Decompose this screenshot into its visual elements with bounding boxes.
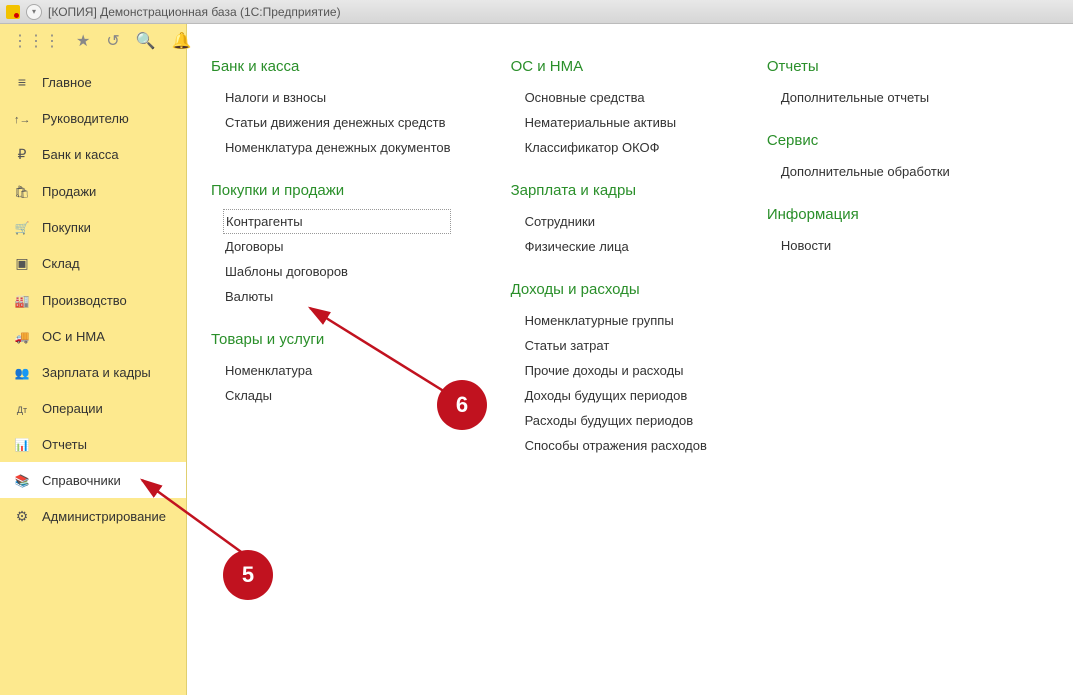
truck-icon — [14, 328, 30, 344]
nav-list: Главное Руководителю Банк и касса Продажи По… — [0, 58, 186, 535]
section-link[interactable]: Расходы будущих периодов — [511, 408, 707, 433]
content-column-1: ОС и НМА Основные средстваНематериальные … — [511, 58, 707, 661]
sidebar-item-label: Зарплата и кадры — [42, 365, 151, 380]
sidebar-item-6[interactable]: Производство — [0, 282, 186, 318]
history-icon[interactable]: ↺ — [106, 31, 119, 51]
sidebar-item-8[interactable]: Зарплата и кадры — [0, 354, 186, 390]
section-link[interactable]: Контрагенты — [223, 209, 451, 234]
sidebar-item-label: Производство — [42, 293, 127, 308]
section-link[interactable]: Дополнительные обработки — [767, 159, 950, 184]
sidebar-item-1[interactable]: Руководителю — [0, 100, 186, 136]
report-icon — [14, 436, 30, 452]
sidebar-item-5[interactable]: Склад — [0, 245, 186, 282]
app-logo-icon — [6, 5, 20, 19]
section-link[interactable]: Физические лица — [511, 234, 707, 259]
window-dropdown-icon[interactable]: ▾ — [26, 4, 42, 20]
section-title[interactable]: Банк и касса — [211, 58, 451, 75]
sidebar: ⋮⋮⋮ ★ ↺ 🔍 🔔 Главное Руководителю Банк и ка… — [0, 24, 187, 695]
sidebar-item-label: Операции — [42, 401, 103, 416]
annotation-badge-6: 6 — [437, 380, 487, 430]
section-link[interactable]: Основные средства — [511, 85, 707, 110]
section-link[interactable]: Нематериальные активы — [511, 110, 707, 135]
warehouse-icon — [14, 255, 30, 272]
gear-icon — [14, 508, 30, 525]
section-title[interactable]: Информация — [767, 206, 950, 223]
section-link[interactable]: Доходы будущих периодов — [511, 383, 707, 408]
section-title[interactable]: Отчеты — [767, 58, 950, 75]
sidebar-item-10[interactable]: Отчеты — [0, 426, 186, 462]
section-link[interactable]: Номенклатура денежных документов — [211, 135, 451, 160]
sidebar-item-2[interactable]: Банк и касса — [0, 136, 186, 173]
ruble-icon — [14, 146, 30, 163]
section-title[interactable]: Доходы и расходы — [511, 281, 707, 298]
sidebar-toolbar: ⋮⋮⋮ ★ ↺ 🔍 🔔 — [0, 24, 186, 58]
section-title[interactable]: Зарплата и кадры — [511, 182, 707, 199]
sidebar-item-label: Банк и касса — [42, 147, 119, 162]
sidebar-item-label: Руководителю — [42, 111, 129, 126]
star-icon[interactable]: ★ — [76, 31, 90, 51]
section-link[interactable]: Налоги и взносы — [211, 85, 451, 110]
sidebar-item-label: Администрирование — [42, 509, 166, 524]
section-link[interactable]: Способы отражения расходов — [511, 433, 707, 458]
sidebar-item-12[interactable]: Администрирование — [0, 498, 186, 535]
sidebar-item-3[interactable]: Продажи — [0, 173, 186, 209]
sidebar-item-label: Покупки — [42, 220, 91, 235]
section-link[interactable]: Номенклатура — [211, 358, 451, 383]
section-link[interactable]: Классификатор ОКОФ — [511, 135, 707, 160]
section-link[interactable]: Статьи затрат — [511, 333, 707, 358]
bag-icon — [14, 183, 30, 199]
section-link[interactable]: Договоры — [211, 234, 451, 259]
annotation-badge-5: 5 — [223, 550, 273, 600]
section-link[interactable]: Номенклатурные группы — [511, 308, 707, 333]
app-body: ⋮⋮⋮ ★ ↺ 🔍 🔔 Главное Руководителю Банк и ка… — [0, 24, 1073, 695]
section-link[interactable]: Дополнительные отчеты — [767, 85, 950, 110]
sidebar-item-11[interactable]: Справочники — [0, 462, 186, 498]
sidebar-item-7[interactable]: ОС и НМА — [0, 318, 186, 354]
sidebar-item-label: Главное — [42, 75, 92, 90]
section-link[interactable]: Статьи движения денежных средств — [211, 110, 451, 135]
section-link[interactable]: Прочие доходы и расходы — [511, 358, 707, 383]
sidebar-item-label: Продажи — [42, 184, 96, 199]
content-column-2: Отчеты Дополнительные отчеты Сервис Дополни… — [767, 58, 950, 661]
people-icon — [14, 364, 30, 380]
sidebar-item-label: Отчеты — [42, 437, 87, 452]
window-title: [КОПИЯ] Демонстрационная база (1С:Предпр… — [48, 5, 341, 19]
sidebar-item-0[interactable]: Главное — [0, 64, 186, 100]
factory-icon — [14, 292, 30, 308]
section-link[interactable]: Склады — [211, 383, 451, 408]
grid-icon[interactable]: ⋮⋮⋮ — [12, 31, 60, 51]
section-link[interactable]: Новости — [767, 233, 950, 258]
content-area: Банк и касса Налоги и взносыСтатьи движен… — [187, 24, 1073, 695]
section-title[interactable]: Товары и услуги — [211, 331, 451, 348]
titlebar: ▾ [КОПИЯ] Демонстрационная база (1С:Пред… — [0, 0, 1073, 24]
section-link[interactable]: Сотрудники — [511, 209, 707, 234]
section-title[interactable]: ОС и НМА — [511, 58, 707, 75]
section-link[interactable]: Валюты — [211, 284, 451, 309]
sidebar-item-4[interactable]: Покупки — [0, 209, 186, 245]
section-title[interactable]: Сервис — [767, 132, 950, 149]
chart-icon — [14, 110, 30, 126]
sidebar-item-label: ОС и НМА — [42, 329, 105, 344]
cart-icon — [14, 219, 30, 235]
sidebar-item-label: Склад — [42, 256, 80, 271]
books-icon — [14, 472, 30, 488]
ops-icon — [14, 400, 30, 416]
search-icon[interactable]: 🔍 — [136, 31, 156, 51]
sidebar-item-9[interactable]: Операции — [0, 390, 186, 426]
hamburger-icon — [14, 74, 30, 90]
sidebar-item-label: Справочники — [42, 473, 121, 488]
section-link[interactable]: Шаблоны договоров — [211, 259, 451, 284]
section-title[interactable]: Покупки и продажи — [211, 182, 451, 199]
